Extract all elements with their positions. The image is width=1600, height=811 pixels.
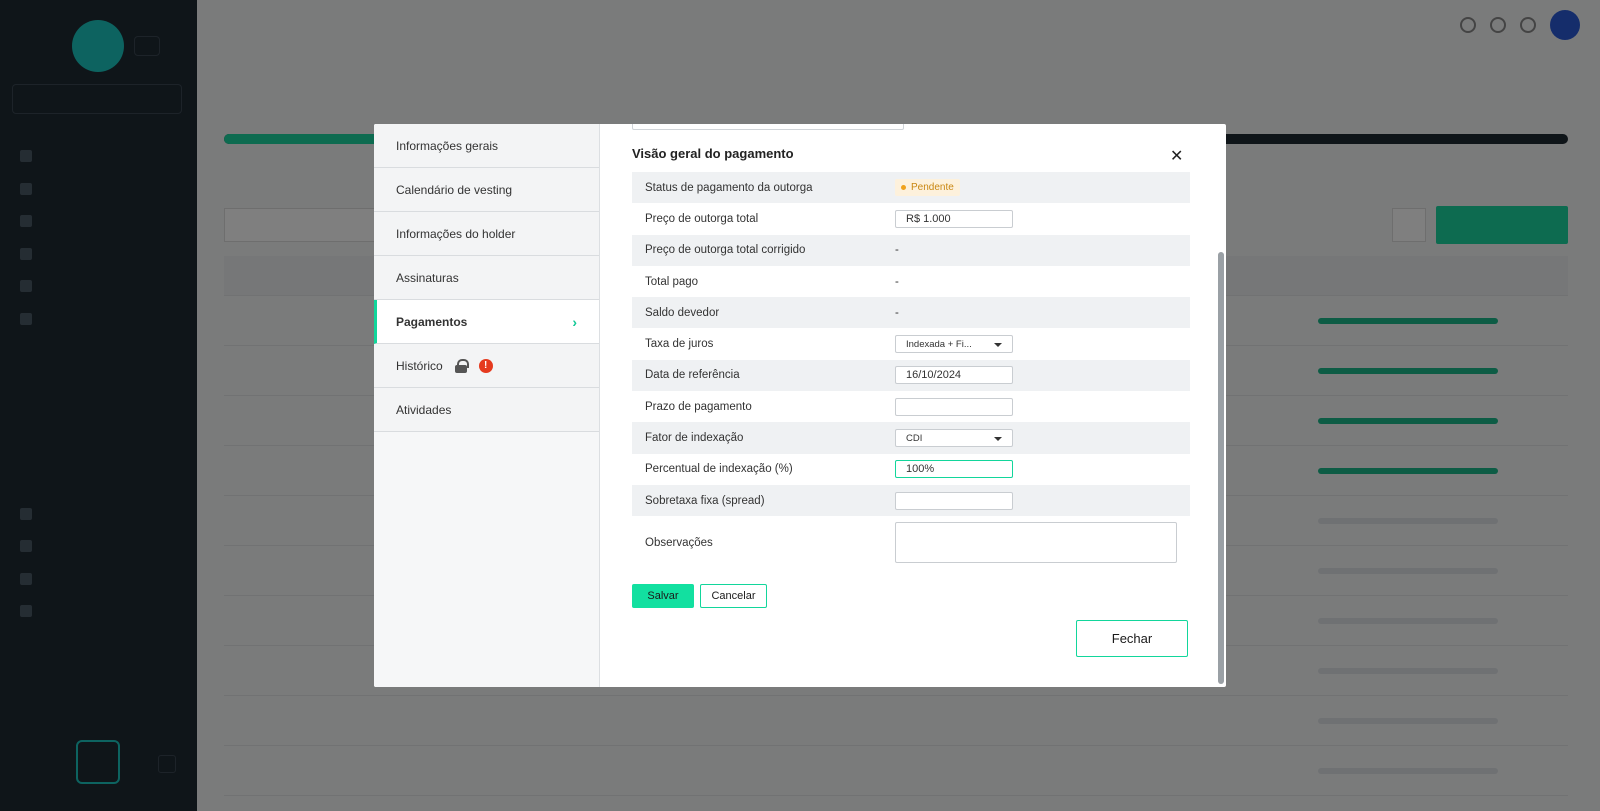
nav-item-atividades[interactable]: Atividades [374, 388, 599, 432]
modal-scrollbar[interactable] [1218, 252, 1224, 684]
row-label: Fator de indexação [645, 432, 744, 445]
modal-content: Visão geral do pagamento ✕ Status de pag… [600, 124, 1226, 687]
lock-icon [454, 359, 469, 373]
close-icon[interactable]: ✕ [1170, 149, 1184, 165]
nav-item-assinaturas[interactable]: Assinaturas [374, 256, 599, 300]
observacoes-textarea[interactable] [895, 522, 1177, 564]
row-label: Taxa de juros [645, 338, 714, 351]
nav-item-calendario-vesting[interactable]: Calendário de vesting [374, 168, 599, 212]
nav-item-label: Assinaturas [396, 270, 459, 285]
row-total-pago: Total pago - [632, 266, 1190, 297]
row-label: Observações [645, 536, 713, 549]
row-preco-corrigido: Preço de outorga total corrigido - [632, 234, 1190, 266]
total-pago-value: - [895, 275, 899, 288]
caret-down-icon [994, 437, 1002, 442]
cancel-button[interactable]: Cancelar [700, 584, 767, 608]
sobretaxa-input[interactable] [895, 491, 1013, 510]
row-label: Sobretaxa fixa (spread) [645, 494, 765, 507]
nav-item-informacoes-holder[interactable]: Informações do holder [374, 212, 599, 256]
fator-indexacao-selected: CDI [906, 432, 923, 444]
row-prazo-pagamento: Prazo de pagamento [632, 391, 1190, 422]
nav-item-label: Calendário de vesting [396, 182, 513, 197]
row-saldo-devedor: Saldo devedor - [632, 297, 1190, 329]
row-fator-indexacao: Fator de indexação CDI [632, 422, 1190, 454]
status-badge: Pendente [895, 179, 960, 197]
row-sobretaxa: Sobretaxa fixa (spread) [632, 484, 1190, 517]
chevron-right-icon: › [572, 314, 577, 330]
row-label: Status de pagamento da outorga [645, 181, 813, 194]
preco-total-input[interactable]: R$ 1.000 [895, 209, 1013, 228]
fator-indexacao-select[interactable]: CDI [895, 429, 1013, 448]
saldo-devedor-value: - [895, 306, 899, 319]
alert-icon: ! [478, 358, 493, 373]
modal-nav: Informações gerais Calendário de vesting… [374, 124, 600, 687]
nav-item-label: Informações do holder [396, 226, 516, 241]
row-taxa-juros: Taxa de juros Indexada + Fi... [632, 328, 1190, 359]
status-badge-text: Pendente [911, 182, 954, 194]
nav-item-label: Histórico [396, 358, 443, 373]
status-dot-icon [901, 185, 906, 191]
percentual-indexacao-input[interactable]: 100% [895, 460, 1013, 479]
preco-corrigido-value: - [895, 244, 899, 257]
row-label: Total pago [645, 275, 699, 288]
row-label: Data de referência [645, 369, 740, 382]
payment-modal: Informações gerais Calendário de vesting… [374, 124, 1226, 687]
taxa-juros-select[interactable]: Indexada + Fi... [895, 335, 1013, 354]
caret-down-icon [994, 343, 1002, 348]
row-preco-total: Preço de outorga total R$ 1.000 [632, 203, 1190, 234]
section-title: Visão geral do pagamento [632, 146, 794, 161]
row-percentual-indexacao: Percentual de indexação (%) 100% [632, 454, 1190, 485]
save-button[interactable]: Salvar [632, 584, 694, 608]
close-button[interactable]: Fechar [1076, 620, 1188, 657]
nav-item-label: Informações gerais [396, 138, 499, 153]
row-label: Preço de outorga total corrigido [645, 244, 806, 257]
row-observacoes: Observações [632, 516, 1190, 569]
nav-item-historico[interactable]: Histórico ! [374, 344, 599, 388]
row-status: Status de pagamento da outorga Pendente [632, 172, 1190, 204]
data-referencia-input[interactable]: 16/10/2024 [895, 366, 1013, 385]
payment-overview-table: Status de pagamento da outorga Pendente … [632, 172, 1190, 569]
row-data-referencia: Data de referência 16/10/2024 [632, 359, 1190, 392]
prazo-pagamento-input[interactable] [895, 397, 1013, 416]
taxa-juros-selected: Indexada + Fi... [906, 338, 972, 350]
row-label: Saldo devedor [645, 306, 720, 319]
nav-item-pagamentos[interactable]: Pagamentos › [374, 300, 599, 344]
row-label: Prazo de pagamento [645, 400, 752, 413]
previous-field[interactable] [632, 124, 904, 130]
nav-item-label: Atividades [396, 402, 452, 417]
row-label: Percentual de indexação (%) [645, 463, 793, 476]
row-label: Preço de outorga total [645, 212, 759, 225]
nav-item-informacoes-gerais[interactable]: Informações gerais [374, 124, 599, 168]
nav-item-label: Pagamentos [396, 314, 468, 329]
